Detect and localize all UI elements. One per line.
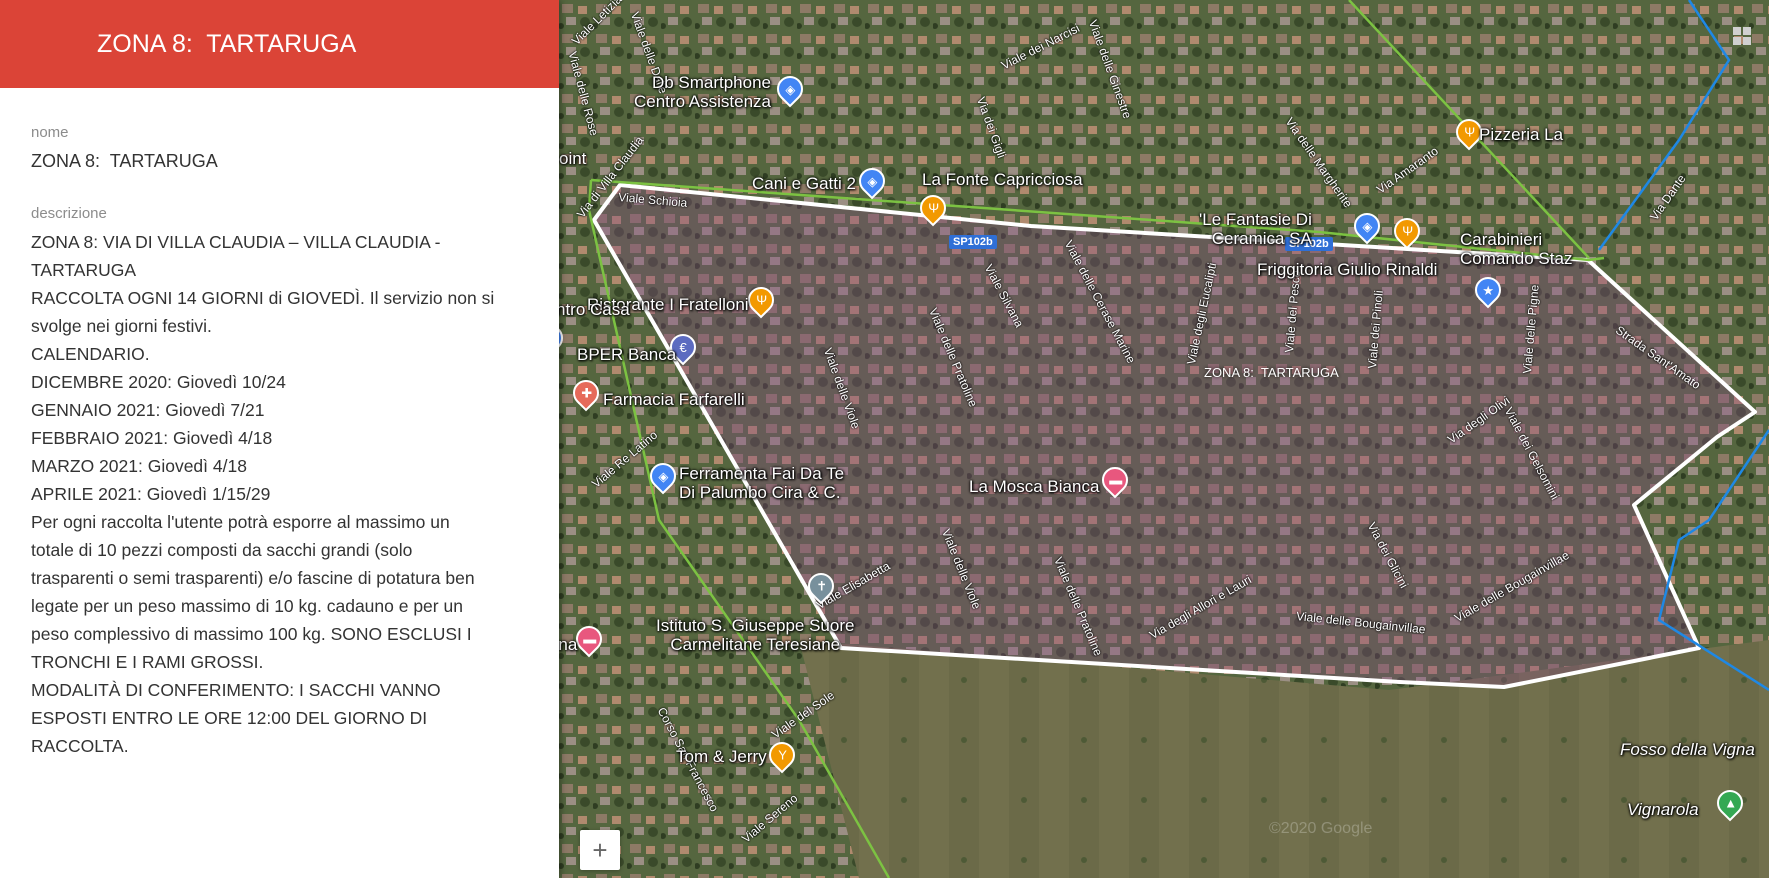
description-line: CALENDARIO.: [31, 344, 150, 364]
place-oint[interactable]: oint: [559, 149, 586, 168]
description-line: ZONA 8: VIA DI VILLA CLAUDIA – VILLA CLA…: [31, 232, 441, 252]
panel-body: nome ZONA 8: TARTARUGA descrizione ZONA …: [0, 88, 559, 760]
description-line: totale di 10 pezzi composti da sacchi gr…: [31, 540, 413, 560]
place-la-mosca[interactable]: La Mosca Bianca: [969, 477, 1099, 496]
description-line: APRILE 2021: Giovedì 1/15/29: [31, 484, 271, 504]
description-line: DICEMBRE 2020: Giovedì 10/24: [31, 372, 286, 392]
place-istituto[interactable]: Istituto S. Giuseppe Suore Carmelitane T…: [656, 616, 854, 654]
layers-icon[interactable]: [1732, 26, 1752, 46]
zone-label: ZONA 8: TARTARUGA: [1204, 365, 1339, 380]
place-pizzeria[interactable]: Pizzeria La: [1479, 125, 1563, 144]
description-line: MODALITÀ DI CONFERIMENTO: I SACCHI VANNO: [31, 680, 441, 700]
description-line: GENNAIO 2021: Giovedì 7/21: [31, 400, 265, 420]
description-line: svolge nei giorni festivi.: [31, 316, 212, 336]
place-villa-anna[interactable]: Villa Anna: [559, 635, 577, 654]
description-line: TARTARUGA: [31, 260, 137, 280]
place-tom-jerry[interactable]: Tom & Jerry: [676, 747, 767, 766]
place-carabinieri[interactable]: Carabinieri Comando Staz: [1460, 230, 1572, 268]
place-le-fantasie[interactable]: 'Le Fantasie Di Ceramica SA: [1199, 210, 1312, 248]
place-friggitoria[interactable]: Friggitoria Giulio Rinaldi: [1257, 260, 1437, 279]
road-shield-sp102b-1: SP102b: [949, 235, 997, 249]
description-line: trasparenti o semi trasparenti) e/o fasc…: [31, 568, 475, 588]
place-centro-casa[interactable]: ntro Casa: [559, 300, 630, 319]
place-fosso: Fosso della Vigna: [1620, 740, 1755, 759]
place-bper[interactable]: BPER Banca: [577, 345, 676, 364]
description-text: ZONA 8: VIA DI VILLA CLAUDIA – VILLA CLA…: [31, 228, 529, 760]
description-field: descrizione ZONA 8: VIA DI VILLA CLAUDIA…: [31, 205, 529, 760]
place-farmacia[interactable]: Farmacia Farfarelli: [603, 390, 745, 409]
name-value: ZONA 8: TARTARUGA: [31, 151, 218, 171]
name-label: nome: [31, 124, 69, 141]
description-line: TRONCHI E I RAMI GROSSI.: [31, 652, 264, 672]
map-view[interactable]: SP102b SP102b ZONA 8: TARTARUGA Viale Le…: [559, 0, 1769, 878]
description-line: Per ogni raccolta l'utente potrà esporre…: [31, 512, 450, 532]
place-db-smartphone[interactable]: Db Smartphone Centro Assistenza: [634, 73, 771, 111]
place-la-fonte[interactable]: La Fonte Capricciosa: [922, 170, 1083, 189]
map-watermark: ©2020 Google: [1269, 820, 1373, 837]
name-field: nome ZONA 8: TARTARUGA: [31, 124, 529, 175]
panel-title: ZONA 8: TARTARUGA: [97, 29, 357, 58]
place-cani-gatti[interactable]: Cani e Gatti 2: [752, 174, 856, 193]
description-line: peso complessivo di massimo 100 kg. SONO…: [31, 624, 472, 644]
description-line: RACCOLTA.: [31, 736, 129, 756]
description-label: descrizione: [31, 205, 107, 222]
description-line: RACCOLTA OGNI 14 GIORNI di GIOVEDÌ. Il s…: [31, 288, 495, 308]
description-line: MARZO 2021: Giovedì 4/18: [31, 456, 247, 476]
description-line: FEBBRAIO 2021: Giovedì 4/18: [31, 428, 273, 448]
zoom-in-button[interactable]: +: [580, 830, 620, 870]
place-ferramenta[interactable]: Ferramenta Fai Da Te Di Palumbo Cira & C…: [679, 464, 844, 502]
description-line: ESPOSTI ENTRO LE ORE 12:00 DEL GIORNO DI: [31, 708, 428, 728]
description-line: legate per un peso massimo di 10 kg. cad…: [31, 596, 463, 616]
place-vignarola: Vignarola: [1627, 800, 1699, 819]
panel-header: ZONA 8: TARTARUGA: [0, 0, 559, 88]
info-panel: ZONA 8: TARTARUGA nome ZONA 8: TARTARUGA…: [0, 0, 559, 878]
